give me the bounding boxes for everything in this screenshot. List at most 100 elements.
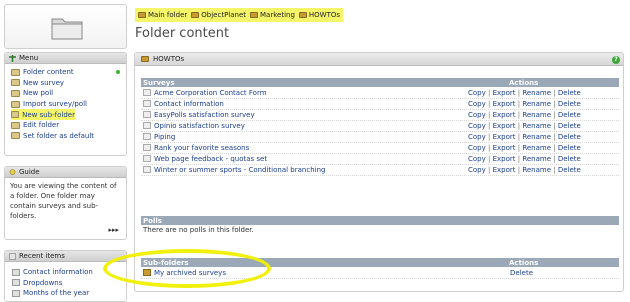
survey-icon [143,133,151,141]
copy-link[interactable]: Copy [468,166,486,174]
copy-link[interactable]: Copy [468,111,486,119]
help-icon[interactable]: ? [612,56,620,64]
export-link[interactable]: Export [493,100,516,108]
export-link[interactable]: Export [493,155,516,163]
survey-link[interactable]: Acme Corporation Contact Form [154,89,267,97]
new-folder-icon [11,111,20,119]
folder-icon [141,56,149,62]
row-actions: Copy | Export | Rename | Delete [468,110,581,119]
delete-link[interactable]: Delete [558,166,581,174]
survey-link[interactable]: Rank your favorite seasons [154,144,249,152]
rename-link[interactable]: Rename [522,155,551,163]
recent-item-label: Dropdowns [23,278,63,287]
export-link[interactable]: Export [493,133,516,141]
delete-link[interactable]: Delete [558,144,581,152]
guide-title: Guide [19,168,40,176]
breadcrumb: Main folder ObjectPlanet Marketing HOWTO… [135,8,344,22]
menu-item-set-default[interactable]: Set folder as default [11,131,126,142]
survey-icon [143,155,151,163]
export-link[interactable]: Export [493,111,516,119]
edit-folder-icon [11,121,20,129]
recent-item[interactable]: Dropdowns [5,278,126,289]
polls-empty-message: There are no polls in this folder. [143,226,254,234]
copy-link[interactable]: Copy [468,144,486,152]
survey-icon [11,79,20,87]
delete-link[interactable]: Delete [510,269,533,277]
breadcrumb-item-objectplanet[interactable]: ObjectPlanet [191,11,246,19]
delete-link[interactable]: Delete [558,155,581,163]
table-row: Web page feedback - quotas set Copy | Exp… [141,154,619,165]
survey-link[interactable]: Winter or summer sports - Conditional br… [154,166,325,174]
menu-item-import-survey-poll[interactable]: Import survey/poll [11,99,126,110]
guide-text: You are viewing the content of a folder.… [10,182,117,220]
breadcrumb-label[interactable]: Marketing [260,11,295,19]
rename-link[interactable]: Rename [522,122,551,130]
survey-icon [143,111,151,119]
copy-link[interactable]: Copy [468,133,486,141]
breadcrumb-label[interactable]: Main folder [148,11,187,19]
menu-box: Menu Folder content New survey New poll … [4,52,127,156]
table-row: Rank your favorite seasons Copy | Export … [141,143,619,154]
surveys-header: Surveys Actions [141,78,619,87]
active-dot-icon [116,70,120,74]
export-link[interactable]: Export [493,166,516,174]
row-actions: Copy | Export | Rename | Delete [468,143,581,152]
menu-item-label: Edit folder [23,121,60,130]
rename-link[interactable]: Rename [522,133,551,141]
delete-link[interactable]: Delete [558,111,581,119]
delete-link[interactable]: Delete [558,89,581,97]
menu-item-label: New sub-folder [22,110,75,119]
menu-item-new-poll[interactable]: New poll [11,88,126,99]
copy-link[interactable]: Copy [468,155,486,163]
menu-item-label: Folder content [23,68,74,77]
menu-item-label: New poll [23,89,54,98]
breadcrumb-label[interactable]: HOWTOs [309,11,340,19]
actions-header-label: Actions [509,78,539,87]
row-actions: Copy | Export | Rename | Delete [468,99,581,108]
folder-icon [138,12,146,18]
export-link[interactable]: Export [493,89,516,97]
survey-link[interactable]: Contact information [154,100,224,108]
rename-link[interactable]: Rename [522,100,551,108]
import-icon [11,100,20,108]
survey-icon [143,100,151,108]
copy-link[interactable]: Copy [468,89,486,97]
rename-link[interactable]: Rename [522,144,551,152]
folder-icon [51,18,83,40]
table-row: Piping Copy | Export | Rename | Delete [141,132,619,143]
row-actions: Copy | Export | Rename | Delete [468,154,581,163]
copy-link[interactable]: Copy [468,100,486,108]
table-row: Opinio satisfaction survey Copy | Export … [141,121,619,132]
breadcrumb-item-marketing[interactable]: Marketing [250,11,295,19]
delete-link[interactable]: Delete [558,122,581,130]
menu-item-new-survey[interactable]: New survey [11,78,126,89]
delete-link[interactable]: Delete [558,133,581,141]
delete-link[interactable]: Delete [558,100,581,108]
survey-link[interactable]: Piping [154,133,175,141]
menu-item-label: Set folder as default [23,131,95,140]
menu-item-new-sub-folder[interactable]: New sub-folder [11,109,75,120]
guide-box: Guide You are viewing the content of a f… [4,166,127,240]
folder-logo-box [4,4,127,49]
export-link[interactable]: Export [493,122,516,130]
copy-link[interactable]: Copy [468,122,486,130]
folder-icon [191,12,200,18]
survey-link[interactable]: Web page feedback - quotas set [154,155,267,163]
rename-link[interactable]: Rename [522,111,551,119]
rename-link[interactable]: Rename [522,89,551,97]
survey-link[interactable]: EasyPolls satisfaction survey [154,111,255,119]
menu-item-folder-content[interactable]: Folder content [11,67,126,78]
rename-link[interactable]: Rename [522,166,551,174]
export-link[interactable]: Export [493,144,516,152]
row-actions: Copy | Export | Rename | Delete [468,121,581,130]
breadcrumb-item-howtos[interactable]: HOWTOs [298,11,340,19]
survey-link[interactable]: Opinio satisfaction survey [154,122,245,130]
folder-icon [298,12,307,18]
breadcrumb-item-main-folder[interactable]: Main folder [138,11,187,19]
panel-title: HOWTOs [153,55,185,63]
folder-icon [250,12,259,18]
breadcrumb-label[interactable]: ObjectPlanet [201,11,246,19]
pin-icon [9,54,16,62]
guide-more-button[interactable]: ▸▸▸ [108,226,119,234]
menu-item-edit-folder[interactable]: Edit folder [11,120,126,131]
